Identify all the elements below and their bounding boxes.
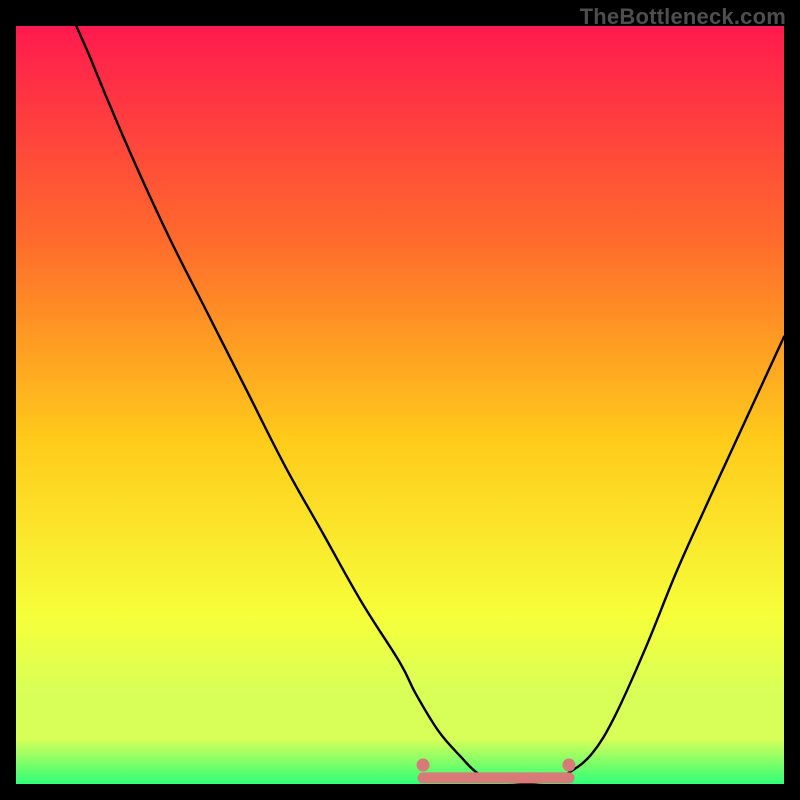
optimal-range-end-dot <box>562 759 575 772</box>
plot-area <box>16 26 784 784</box>
chart-container: TheBottleneck.com <box>0 0 800 800</box>
optimal-range-start-dot <box>417 759 430 772</box>
watermark-text: TheBottleneck.com <box>580 4 786 30</box>
chart-svg <box>16 26 784 784</box>
gradient-background <box>16 26 784 784</box>
